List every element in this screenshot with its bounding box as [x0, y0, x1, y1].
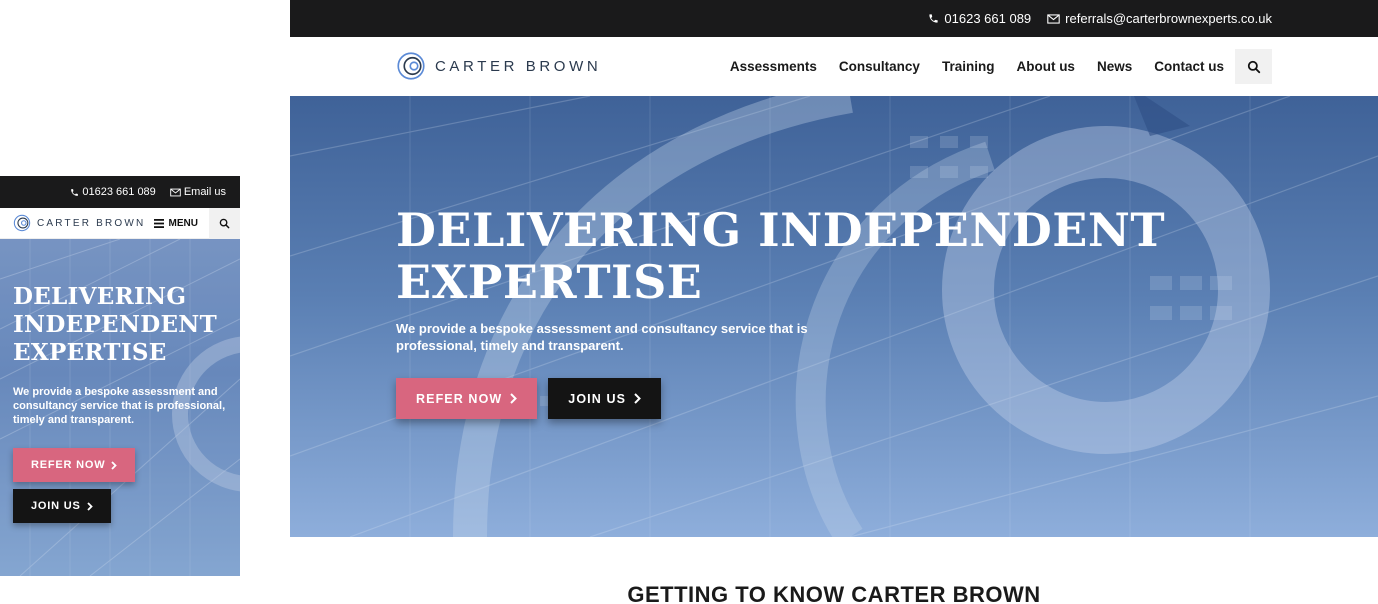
search-icon	[219, 218, 230, 229]
desktop-hero-buttons: REFER NOW JOIN US	[396, 378, 1165, 419]
mobile-join-us-button[interactable]: JOIN US	[13, 489, 111, 523]
mobile-hero-title: DELIVERING INDEPENDENT EXPERTISE	[13, 283, 218, 366]
desktop-phone-text: 01623 661 089	[944, 11, 1032, 26]
nav-item-assessments[interactable]: Assessments	[730, 59, 817, 74]
page: 01623 661 089 Email us CARTER BROWN MENU…	[0, 0, 1378, 604]
mobile-logo[interactable]: CARTER BROWN	[0, 214, 154, 232]
desktop-refer-now-button[interactable]: REFER NOW	[396, 378, 538, 419]
desktop-hero-title-line-1: DELIVERING INDEPENDENT	[396, 203, 1166, 257]
phone-icon	[928, 13, 939, 24]
mobile-topbar: 01623 661 089 Email us	[0, 176, 240, 208]
nav-item-news[interactable]: News	[1097, 59, 1132, 74]
mobile-phone-link[interactable]: 01623 661 089	[70, 186, 156, 198]
mobile-logo-text: CARTER BROWN	[37, 217, 146, 229]
desktop-email-link[interactable]: referrals@carterbrownexperts.co.uk	[1047, 11, 1272, 26]
desktop-hero-title: DELIVERING INDEPENDENT EXPERTISE	[396, 204, 1165, 308]
chevron-right-icon	[111, 460, 118, 470]
desktop-topbar: 01623 661 089 referrals@carterbrownexper…	[290, 0, 1378, 37]
mobile-hero-subtitle: We provide a bespoke assessment and cons…	[13, 386, 226, 426]
desktop-hero: DELIVERING INDEPENDENT EXPERTISE We prov…	[290, 96, 1378, 537]
mobile-phone-text: 01623 661 089	[82, 186, 156, 198]
mobile-refer-now-button[interactable]: REFER NOW	[13, 448, 136, 482]
desktop-hero-content: DELIVERING INDEPENDENT EXPERTISE We prov…	[396, 204, 1165, 419]
desktop-phone-link[interactable]: 01623 661 089	[928, 11, 1031, 26]
carter-brown-logo-icon	[13, 214, 31, 232]
desktop-join-us-label: JOIN US	[568, 391, 627, 406]
desktop-join-us-button[interactable]: JOIN US	[548, 378, 662, 419]
desktop-hero-subtitle: We provide a bespoke assessment and cons…	[396, 321, 808, 353]
mobile-menu-button[interactable]: MENU	[153, 217, 209, 229]
nav-item-consultancy[interactable]: Consultancy	[839, 59, 920, 74]
desktop-search-button[interactable]	[1235, 49, 1272, 84]
hamburger-icon	[153, 218, 164, 228]
desktop-header: CARTER BROWN Assessments Consultancy Tra…	[290, 37, 1378, 96]
mobile-menu-label: MENU	[168, 217, 198, 229]
desktop-email-text: referrals@carterbrownexperts.co.uk	[1065, 11, 1272, 26]
nav-item-about-us[interactable]: About us	[1016, 59, 1075, 74]
envelope-icon	[170, 188, 181, 197]
envelope-icon	[1047, 13, 1060, 24]
carter-brown-logo-icon	[396, 51, 426, 81]
mobile-email-link[interactable]: Email us	[170, 186, 226, 198]
chevron-right-icon	[86, 501, 93, 511]
mobile-header: CARTER BROWN MENU	[0, 207, 240, 239]
phone-icon	[70, 188, 79, 197]
mobile-join-us-label: JOIN US	[31, 500, 81, 512]
mobile-refer-now-label: REFER NOW	[31, 459, 106, 471]
desktop-logo-text: CARTER BROWN	[435, 57, 602, 75]
desktop-refer-now-label: REFER NOW	[416, 391, 503, 406]
nav-item-training[interactable]: Training	[942, 59, 995, 74]
nav-item-contact-us[interactable]: Contact us	[1154, 59, 1224, 74]
mobile-hero-content: DELIVERING INDEPENDENT EXPERTISE We prov…	[0, 239, 240, 523]
search-icon	[1247, 60, 1261, 74]
mobile-email-text: Email us	[183, 186, 226, 198]
section-title-getting-to-know: GETTING TO KNOW CARTER BROWN	[627, 582, 1041, 604]
chevron-right-icon	[634, 393, 641, 404]
desktop-logo[interactable]: CARTER BROWN	[396, 51, 601, 81]
desktop-preview: 01623 661 089 referrals@carterbrownexper…	[290, 0, 1378, 604]
chevron-right-icon	[510, 393, 518, 404]
mobile-preview: 01623 661 089 Email us CARTER BROWN MENU…	[0, 176, 240, 576]
desktop-hero-title-line-2: EXPERTISE	[396, 255, 703, 309]
mobile-hero: DELIVERING INDEPENDENT EXPERTISE We prov…	[0, 239, 240, 576]
mobile-search-button[interactable]	[209, 207, 240, 239]
desktop-main-nav: Assessments Consultancy Training About u…	[730, 37, 1224, 96]
